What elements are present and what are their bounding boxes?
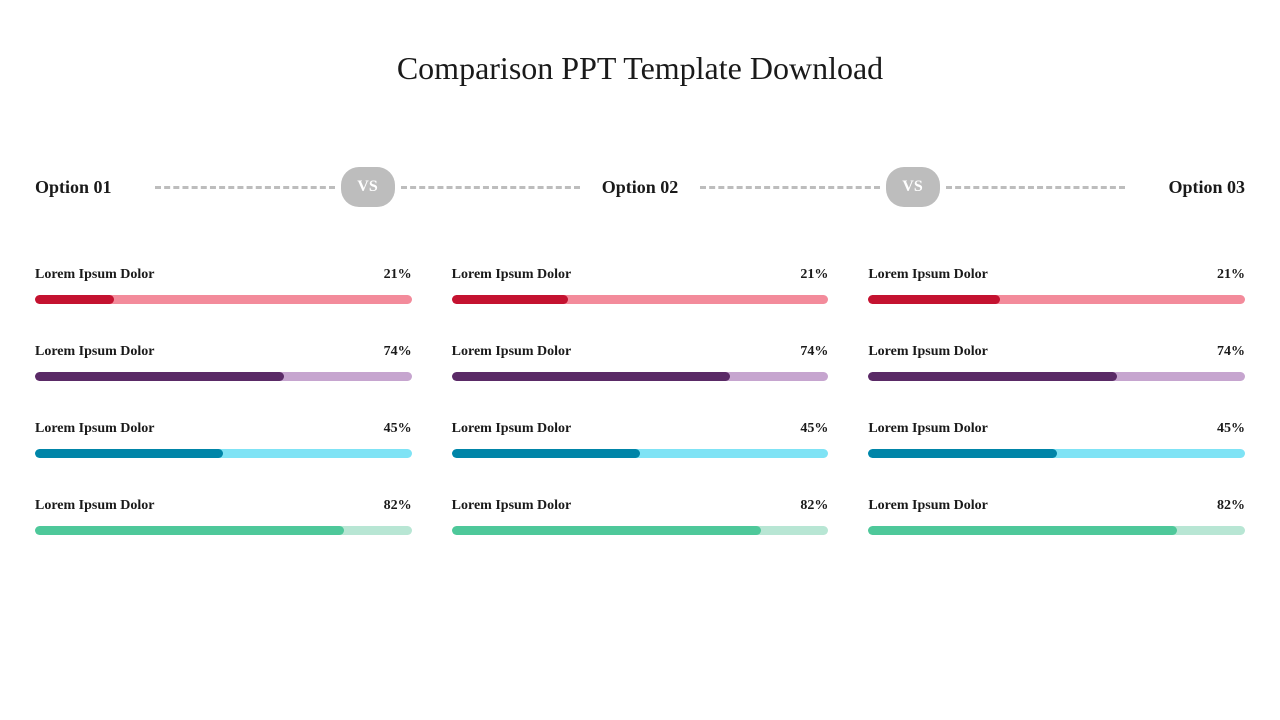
bar-value: 74% <box>1217 344 1245 360</box>
bar-item: Lorem Ipsum Dolor 74% <box>452 344 829 381</box>
bar-track <box>868 295 1245 304</box>
bar-fill <box>452 295 569 304</box>
bar-fill <box>452 372 731 381</box>
bar-label: Lorem Ipsum Dolor <box>452 498 572 514</box>
bar-fill <box>868 295 1000 304</box>
vs-segment-1: VS <box>155 167 580 207</box>
bar-label: Lorem Ipsum Dolor <box>35 421 155 437</box>
column-option-1: Lorem Ipsum Dolor 21% Lorem Ipsum Dolor … <box>35 267 412 535</box>
options-header-row: Option 01 VS Option 02 VS Option 03 <box>35 167 1245 207</box>
bar-label: Lorem Ipsum Dolor <box>868 344 988 360</box>
option-3-title: Option 03 <box>1125 177 1245 198</box>
bar-item: Lorem Ipsum Dolor 82% <box>868 498 1245 535</box>
bar-item: Lorem Ipsum Dolor 74% <box>35 344 412 381</box>
page-title: Comparison PPT Template Download <box>35 50 1245 87</box>
bar-label: Lorem Ipsum Dolor <box>35 344 155 360</box>
bar-label: Lorem Ipsum Dolor <box>868 267 988 283</box>
bar-item: Lorem Ipsum Dolor 21% <box>35 267 412 304</box>
vs-badge: VS <box>341 167 395 207</box>
bar-value: 74% <box>800 344 828 360</box>
bar-item: Lorem Ipsum Dolor 45% <box>35 421 412 458</box>
bar-value: 21% <box>1217 267 1245 283</box>
option-2-title: Option 02 <box>580 177 700 198</box>
bar-track <box>35 526 412 535</box>
bar-fill <box>452 526 761 535</box>
bar-value: 21% <box>800 267 828 283</box>
bar-fill <box>35 526 344 535</box>
column-option-2: Lorem Ipsum Dolor 21% Lorem Ipsum Dolor … <box>452 267 829 535</box>
bar-label: Lorem Ipsum Dolor <box>452 267 572 283</box>
bar-track <box>452 295 829 304</box>
bar-fill <box>35 372 284 381</box>
bar-item: Lorem Ipsum Dolor 45% <box>452 421 829 458</box>
bar-fill <box>452 449 640 458</box>
option-1-title: Option 01 <box>35 177 155 198</box>
bar-value: 74% <box>384 344 412 360</box>
dashed-line-icon <box>946 186 1126 189</box>
bar-track <box>35 372 412 381</box>
vs-badge: VS <box>886 167 940 207</box>
bar-label: Lorem Ipsum Dolor <box>868 421 988 437</box>
bar-item: Lorem Ipsum Dolor 21% <box>868 267 1245 304</box>
bar-value: 82% <box>800 498 828 514</box>
bar-item: Lorem Ipsum Dolor 82% <box>452 498 829 535</box>
bar-fill <box>868 372 1117 381</box>
bar-track <box>868 372 1245 381</box>
bar-item: Lorem Ipsum Dolor 74% <box>868 344 1245 381</box>
bar-fill <box>868 526 1177 535</box>
bar-item: Lorem Ipsum Dolor 45% <box>868 421 1245 458</box>
bar-fill <box>868 449 1056 458</box>
bar-track <box>868 526 1245 535</box>
bar-track <box>452 526 829 535</box>
bar-label: Lorem Ipsum Dolor <box>868 498 988 514</box>
bar-track <box>868 449 1245 458</box>
bar-item: Lorem Ipsum Dolor 21% <box>452 267 829 304</box>
columns-container: Lorem Ipsum Dolor 21% Lorem Ipsum Dolor … <box>35 267 1245 535</box>
bar-value: 21% <box>384 267 412 283</box>
bar-track <box>452 449 829 458</box>
dashed-line-icon <box>700 186 880 189</box>
bar-label: Lorem Ipsum Dolor <box>35 498 155 514</box>
bar-value: 82% <box>1217 498 1245 514</box>
bar-value: 82% <box>384 498 412 514</box>
bar-label: Lorem Ipsum Dolor <box>452 344 572 360</box>
bar-value: 45% <box>800 421 828 437</box>
bar-fill <box>35 295 114 304</box>
dashed-line-icon <box>401 186 581 189</box>
bar-label: Lorem Ipsum Dolor <box>452 421 572 437</box>
bar-track <box>35 295 412 304</box>
bar-label: Lorem Ipsum Dolor <box>35 267 155 283</box>
dashed-line-icon <box>155 186 335 189</box>
bar-track <box>35 449 412 458</box>
bar-track <box>452 372 829 381</box>
vs-segment-2: VS <box>700 167 1125 207</box>
column-option-3: Lorem Ipsum Dolor 21% Lorem Ipsum Dolor … <box>868 267 1245 535</box>
bar-value: 45% <box>1217 421 1245 437</box>
bar-item: Lorem Ipsum Dolor 82% <box>35 498 412 535</box>
bar-value: 45% <box>384 421 412 437</box>
bar-fill <box>35 449 223 458</box>
